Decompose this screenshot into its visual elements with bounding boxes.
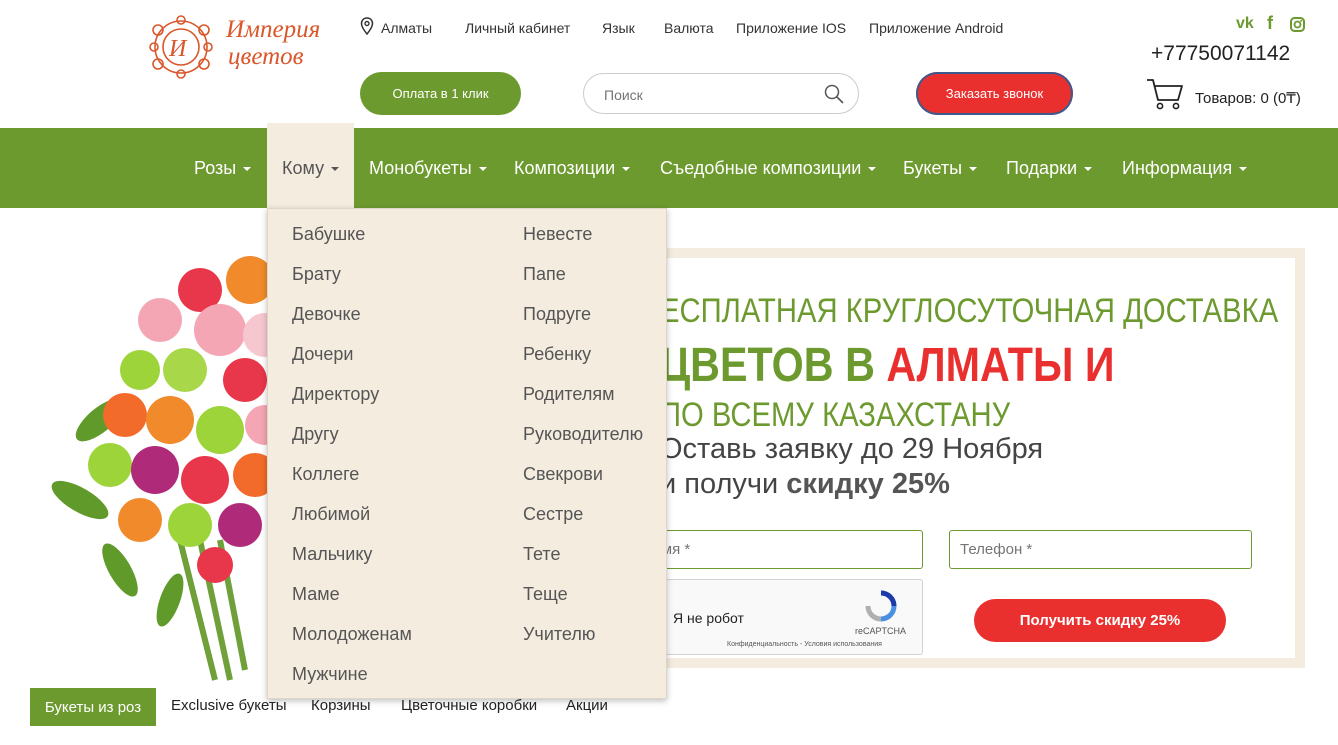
dropdown-item[interactable]: Учителю	[523, 624, 595, 645]
caret-down-icon	[1239, 167, 1248, 171]
recaptcha-terms[interactable]: Конфиденциальность - Условия использован…	[727, 641, 882, 648]
dropdown-item[interactable]: Мужчине	[292, 664, 368, 685]
dropdown-item[interactable]: Другу	[292, 424, 339, 445]
dropdown-item[interactable]: Теще	[523, 584, 568, 605]
promo-headline-2-green: ЦВЕТОВ В	[660, 339, 887, 392]
promo-headline-3: ПО ВСЕМУ КАЗАХСТАНУ	[660, 396, 1011, 434]
promo-deadline: Оставь заявку до 29 Ноября	[660, 433, 1044, 465]
recaptcha-widget[interactable]: Я не робот reCAPTCHA Конфиденциальность …	[640, 579, 923, 655]
promo-headline-2: ЦВЕТОВ В АЛМАТЫ И	[660, 338, 1115, 393]
nav-item-monobouquets[interactable]: Монобукеты	[369, 128, 487, 208]
nav-item-gifts[interactable]: Подарки	[1006, 128, 1093, 208]
promo-discount-bold: скидку 25%	[786, 468, 950, 500]
promo-headline-2-red: АЛМАТЫ И	[886, 339, 1115, 392]
tab-exclusive-bouquets[interactable]: Exclusive букеты	[171, 697, 287, 714]
dropdown-item[interactable]: Свекрови	[523, 464, 603, 485]
logo-text[interactable]: Империя цветов	[226, 16, 320, 70]
android-app-link[interactable]: Приложение Android	[869, 20, 1003, 36]
logo-line1: Империя	[226, 16, 321, 43]
logo-line2: цветов	[228, 43, 304, 70]
recaptcha-icon	[865, 590, 897, 622]
nav-item-compositions[interactable]: Композиции	[514, 128, 631, 208]
nav-item-edible[interactable]: Съедобные композиции	[660, 128, 877, 208]
promo-discount-prefix: и получи	[660, 468, 787, 500]
tab-promotions[interactable]: Акции	[566, 697, 608, 714]
caret-down-icon	[868, 167, 877, 171]
phone-field[interactable]	[950, 531, 1251, 568]
location-pin-icon	[360, 17, 374, 35]
name-field[interactable]	[641, 531, 922, 568]
dropdown-item[interactable]: Директору	[292, 384, 379, 405]
nav-label: Розы	[194, 157, 237, 178]
dropdown-item[interactable]: Брату	[292, 264, 341, 285]
currency-link[interactable]: Валюта	[664, 20, 714, 36]
nav-item-bouquets[interactable]: Букеты	[903, 128, 978, 208]
caret-down-icon	[243, 167, 252, 171]
caret-down-icon	[331, 167, 340, 171]
nav-item-for-whom[interactable]: Кому	[282, 128, 340, 208]
nav-item-roses[interactable]: Розы	[194, 128, 252, 208]
svg-text:И: И	[168, 36, 188, 62]
dropdown-item[interactable]: Невесте	[523, 224, 592, 245]
dropdown-item[interactable]: Сестре	[523, 504, 583, 525]
dropdown-item[interactable]: Маме	[292, 584, 340, 605]
recaptcha-brand: reCAPTCHA	[855, 626, 907, 636]
language-link[interactable]: Язык	[602, 20, 635, 36]
one-click-pay-button[interactable]: Оплата в 1 клик	[360, 72, 521, 115]
search-box	[583, 73, 859, 114]
nav-item-info[interactable]: Информация	[1122, 128, 1248, 208]
dropdown-item[interactable]: Родителям	[523, 384, 614, 405]
recaptcha-label: Я не робот	[673, 610, 744, 626]
dropdown-item[interactable]: Коллеге	[292, 464, 359, 485]
tab-baskets[interactable]: Корзины	[311, 697, 371, 714]
dropdown-item[interactable]: Мальчику	[292, 544, 372, 565]
nav-label: Композиции	[514, 157, 616, 178]
account-link[interactable]: Личный кабинет	[465, 20, 570, 36]
dropdown-item[interactable]: Девочке	[292, 304, 361, 325]
ios-app-link[interactable]: Приложение IOS	[736, 20, 846, 36]
cart-summary[interactable]: Товаров: 0 (0₸)	[1195, 89, 1301, 107]
caret-down-icon	[622, 167, 631, 171]
phone-field-wrapper	[949, 530, 1252, 569]
facebook-icon[interactable]: f	[1267, 13, 1273, 34]
bouquet-image	[51, 256, 287, 681]
nav-label: Кому	[282, 157, 325, 178]
name-field-wrapper	[640, 530, 923, 569]
city-selector[interactable]: Алматы	[381, 20, 432, 36]
caret-down-icon	[478, 167, 487, 171]
dropdown-item[interactable]: Любимой	[292, 504, 370, 525]
instagram-icon[interactable]	[1290, 17, 1305, 32]
nav-label: Букеты	[903, 157, 963, 178]
nav-label: Подарки	[1006, 157, 1078, 178]
dropdown-item[interactable]: Бабушке	[292, 224, 365, 245]
dropdown-item[interactable]: Молодоженам	[292, 624, 412, 645]
dropdown-item[interactable]: Тете	[523, 544, 560, 565]
phone-number[interactable]: +77750071142	[1151, 42, 1290, 66]
caret-down-icon	[1084, 167, 1093, 171]
tab-rose-bouquets[interactable]: Букеты из роз	[30, 688, 156, 726]
search-icon[interactable]	[824, 84, 844, 104]
dropdown-item[interactable]: Подруге	[523, 304, 591, 325]
promo-headline-1: ЕСПЛАТНАЯ КРУГЛОСУТОЧНАЯ ДОСТАВКА	[660, 292, 1279, 330]
callback-button[interactable]: Заказать звонок	[916, 72, 1073, 115]
nav-label: Информация	[1122, 157, 1233, 178]
get-discount-button[interactable]: Получить скидку 25%	[974, 599, 1226, 642]
search-input[interactable]	[602, 83, 816, 107]
dropdown-item[interactable]: Ребенку	[523, 344, 591, 365]
caret-down-icon	[969, 167, 978, 171]
nav-label: Съедобные композиции	[660, 157, 862, 178]
dropdown-item[interactable]: Папе	[523, 264, 566, 285]
dropdown-item[interactable]: Дочери	[292, 344, 353, 365]
vk-icon[interactable]: vk	[1236, 15, 1254, 33]
dropdown-item[interactable]: Руководителю	[523, 424, 643, 445]
nav-label: Монобукеты	[369, 157, 472, 178]
promo-discount-text: и получи скидку 25%	[660, 468, 950, 501]
tab-flower-boxes[interactable]: Цветочные коробки	[401, 697, 537, 714]
cart-icon[interactable]	[1145, 76, 1185, 112]
